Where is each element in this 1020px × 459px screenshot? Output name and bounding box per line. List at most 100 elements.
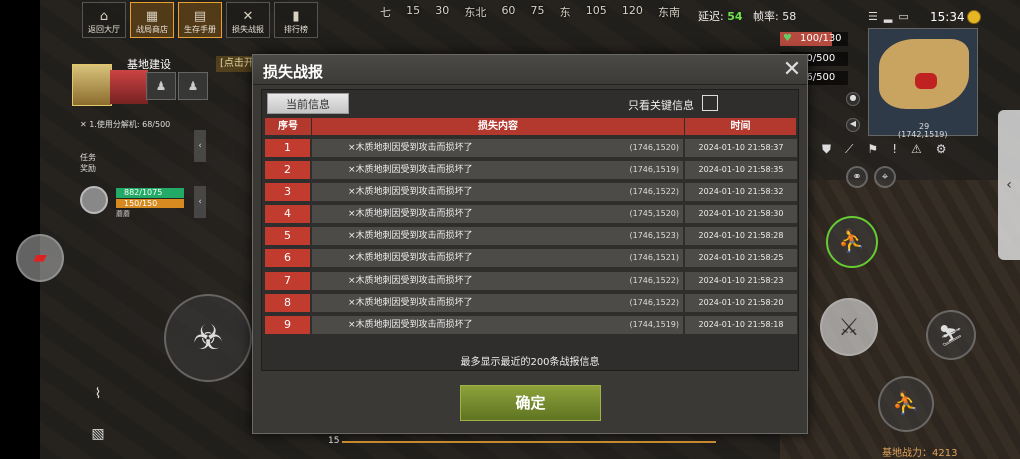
attack-knife-button[interactable]: ⚔ [820, 298, 878, 356]
nav-label: 战局商店 [136, 25, 168, 34]
nav-button-0[interactable]: ⌂ 返回大厅 [82, 2, 126, 38]
table-header: 序号 损失内容 时间 [265, 118, 797, 135]
build-slot-2[interactable]: ♟ [178, 72, 208, 100]
whistle-icon[interactable]: ⌇ [82, 380, 114, 412]
row-content: ×木质地刺因受到攻击而损坏了 (1746,1521) [312, 249, 685, 268]
crouch-button[interactable]: ⛹ [826, 216, 878, 268]
gear-icon[interactable]: ⚙ [936, 142, 947, 157]
table-row[interactable]: 7 ×木质地刺因受到攻击而损坏了 (1746,1522) 2024-01-10 21:… [265, 271, 797, 290]
table-row[interactable]: 2 ×木质地刺因受到攻击而损坏了 (1746,1519) 2024-01-10 21:… [265, 161, 797, 180]
close-icon[interactable]: ✕ [781, 59, 803, 81]
task-progress-text: 1.使用分解机: 68/500 [89, 120, 171, 129]
dialog-title-bar: 损失战报 ✕ [253, 55, 807, 85]
nav-button-3[interactable]: ✕ 损失战报 [226, 2, 270, 38]
tool-icon-row: ⛊ ⟋ ⚑ ! ⚠ ⚙ [822, 142, 947, 157]
network-status: 延迟: 54 帧率: 58 [698, 8, 796, 24]
table-row[interactable]: 1 ×木质地刺因受到攻击而损坏了 (1746,1520) 2024-01-10 21:… [265, 139, 797, 157]
tab-current-info[interactable]: 当前信息 [267, 93, 349, 114]
shield-icon[interactable]: ⛊ [822, 142, 831, 157]
header-content: 损失内容 [312, 118, 685, 135]
ping-label: 延迟: [698, 10, 724, 23]
prone-button[interactable]: ⛹ [878, 376, 934, 432]
compass-strip: 七 15 30 东北 60 75 东 105 120 东南 [380, 4, 680, 24]
table-row[interactable]: 3 ×木质地刺因受到攻击而损坏了 (1746,1522) 2024-01-10 21:… [265, 183, 797, 202]
row-content: ×木质地刺因受到攻击而损坏了 (1746,1522) [312, 293, 685, 312]
row-content: ×木质地刺因受到攻击而损坏了 (1744,1519) [312, 315, 685, 334]
table-row[interactable]: 9 ×木质地刺因受到攻击而损坏了 (1744,1519) 2024-01-10 21:… [265, 315, 797, 334]
row-coord: (1746,1522) [629, 187, 679, 197]
jump-button[interactable]: ⛷ [926, 310, 976, 360]
backpack-button[interactable]: ▰ [16, 234, 64, 282]
table-row[interactable]: 6 ×木质地刺因受到攻击而损坏了 (1746,1521) 2024-01-10 21:… [265, 249, 797, 268]
alert-icon[interactable]: ! [892, 142, 897, 157]
bike-icon[interactable]: ⚭ [846, 166, 868, 188]
right-drawer-tab[interactable]: ‹ [998, 110, 1020, 260]
movement-joystick[interactable]: ☣ [164, 294, 252, 382]
row-coord: (1744,1519) [629, 319, 679, 329]
base-build-title[interactable]: 基地建设 [127, 56, 171, 72]
nav-label: 返回大厅 [88, 25, 120, 34]
team-avatar[interactable] [80, 186, 108, 214]
coin-icon [967, 10, 981, 24]
row-number: 7 [265, 271, 312, 290]
row-content: ×木质地刺因受到攻击而损坏了 (1746,1520) [312, 139, 685, 157]
minimap-coords: (1742,1519) [898, 130, 948, 139]
row-coord: (1746,1522) [629, 275, 679, 285]
row-message: ×木质地刺因受到攻击而损坏了 [348, 187, 473, 198]
base-power: 基地战力：4213 [882, 448, 958, 459]
row-message: ×木质地刺因受到攻击而损坏了 [348, 231, 473, 242]
row-content: ×木质地刺因受到攻击而损坏了 (1746,1519) [312, 161, 685, 180]
fps-value: 58 [782, 10, 797, 23]
confirm-button[interactable]: 确定 [460, 385, 601, 421]
speaker-icon[interactable]: ◀ [846, 118, 860, 132]
task-reward-label[interactable]: 任务 奖励 [80, 152, 96, 174]
footer-note: 最多显示最近的200条战报信息 [460, 357, 600, 368]
row-time: 2024-01-10 21:58:20 [685, 293, 797, 312]
task-collapse-tab[interactable]: ‹ [194, 130, 206, 162]
reward-label: 奖励 [80, 164, 96, 173]
health-stat: ♥ 100/130 [780, 32, 848, 46]
knife-icon[interactable]: ⟋ [845, 142, 853, 157]
location-icon[interactable]: ⌖ [874, 166, 896, 188]
dialog-title: 损失战报 [263, 63, 324, 81]
shop-icon: ▦ [145, 9, 159, 24]
mic-icon[interactable]: ● [846, 92, 860, 106]
home-icon: ⌂ [99, 9, 109, 24]
clock: 15:34 [930, 10, 965, 24]
row-time: 2024-01-10 21:58:30 [685, 205, 797, 224]
compass-tick: 东南 [657, 6, 680, 19]
row-message: ×木质地刺因受到攻击而损坏了 [348, 165, 473, 176]
row-time: 2024-01-10 21:58:25 [685, 249, 797, 268]
warning-icon[interactable]: ⚠ [911, 142, 922, 157]
task-label: 任务 [80, 153, 96, 162]
table-row[interactable]: 5 ×木质地刺因受到攻击而损坏了 (1746,1523) 2024-01-10 21:… [265, 227, 797, 246]
key-filter-checkbox[interactable] [702, 95, 718, 111]
build-slot-1[interactable]: ♟ [146, 72, 176, 100]
nav-button-2[interactable]: ▤ 生存手册 [178, 2, 222, 38]
row-content: ×木质地刺因受到攻击而损坏了 (1746,1522) [312, 183, 685, 202]
row-message: ×木质地刺因受到攻击而损坏了 [348, 275, 473, 286]
team-collapse-tab[interactable]: ‹ [194, 186, 206, 218]
minimap[interactable] [868, 28, 978, 136]
row-time: 2024-01-10 21:58:18 [685, 315, 797, 334]
row-number: 3 [265, 183, 312, 202]
dialog-body: 当前信息 只看关键信息 序号 损失内容 时间 1 ×木质地刺因受到攻击而损坏了 (1… [261, 89, 799, 371]
report-icon: ✕ [242, 9, 254, 24]
table-row[interactable]: 4 ×木质地刺因受到攻击而损坏了 (1745,1520) 2024-01-10 21:… [265, 205, 797, 224]
map-icon[interactable]: ▧ [82, 420, 114, 452]
companion-portrait[interactable] [110, 70, 148, 104]
nav-button-1[interactable]: ▦ 战局商店 [130, 2, 174, 38]
row-time: 2024-01-10 21:58:23 [685, 271, 797, 290]
player-portrait[interactable] [72, 64, 112, 106]
ping-value: 54 [727, 10, 743, 23]
loss-report-dialog: 损失战报 ✕ 当前信息 只看关键信息 序号 损失内容 时间 1 ×木质地刺因受到攻… [252, 54, 808, 434]
battery-icon: ▭ [898, 10, 909, 23]
row-number: 2 [265, 161, 312, 180]
signal-icon: ▂ [883, 10, 893, 23]
health-value: 100/130 [800, 33, 842, 44]
report-rows[interactable]: 1 ×木质地刺因受到攻击而损坏了 (1746,1520) 2024-01-10 21:… [265, 139, 797, 338]
nav-button-4[interactable]: ▮ 排行榜 [274, 2, 318, 38]
table-row[interactable]: 8 ×木质地刺因受到攻击而损坏了 (1746,1522) 2024-01-10 21:… [265, 293, 797, 312]
flag-icon[interactable]: ⚑ [867, 142, 878, 157]
compass-tick: 30 [435, 4, 450, 17]
